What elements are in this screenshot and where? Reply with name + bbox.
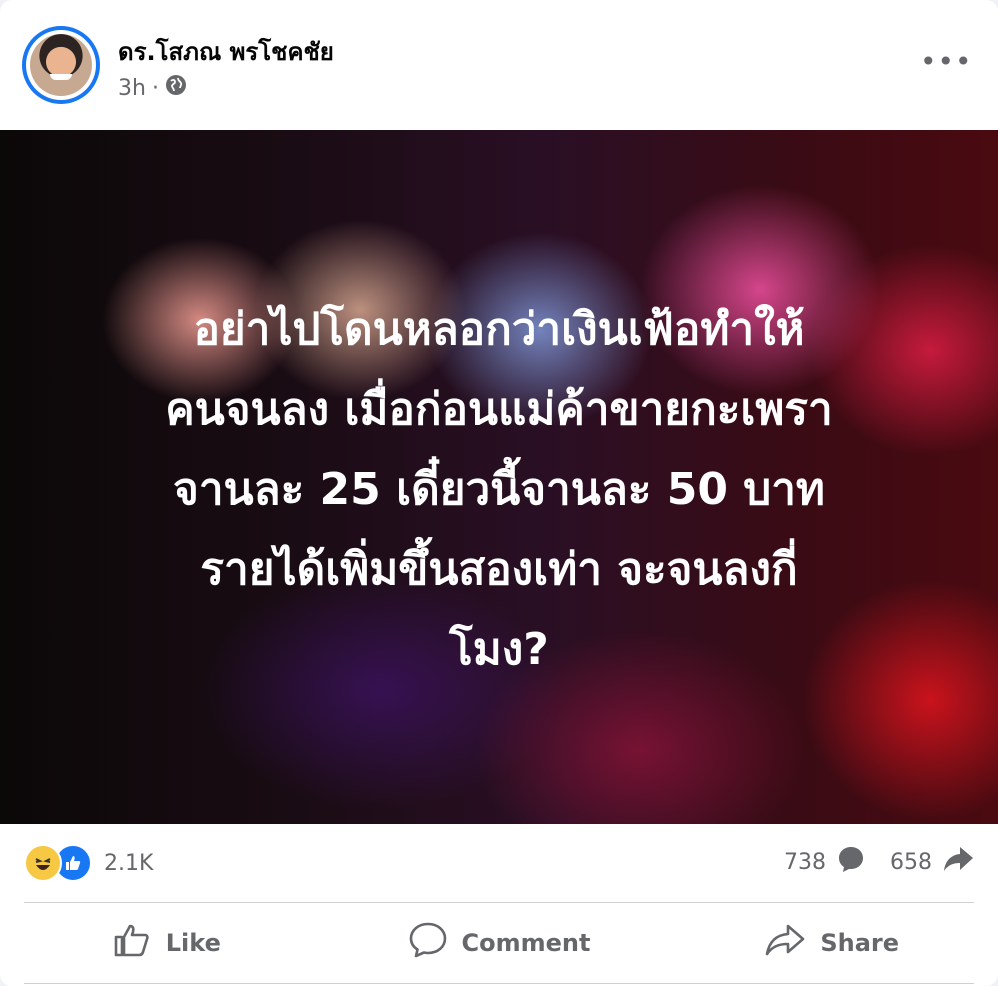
author-name[interactable]: ดร.โสภณ พรโชคชัย <box>118 32 334 71</box>
engagement-counts: 738 658 <box>784 844 974 880</box>
share-button[interactable]: Share <box>665 903 998 983</box>
post-stats: 2.1K 738 658 <box>0 824 998 902</box>
more-options-button[interactable]: ••• <box>920 48 973 76</box>
image-line-2: คนจนลง เมื่อก่อนแม่ค้าขายกะเพรา <box>165 384 833 435</box>
avatar-photo <box>30 34 92 96</box>
image-caption: อย่าไปโดนหลอกว่าเงินเฟ้อทำให้ คนจนลง เมื… <box>40 290 958 690</box>
avatar[interactable] <box>22 26 100 104</box>
share-label: Share <box>820 929 900 957</box>
share-count[interactable]: 658 <box>890 850 932 875</box>
post-time[interactable]: 3h <box>118 76 146 101</box>
image-line-5: โมง? <box>449 624 549 675</box>
post-header: ดร.โสภณ พรโชคชัย 3h · ••• <box>0 0 998 130</box>
action-bar: Like Comment Share <box>0 903 998 983</box>
post-meta: 3h · <box>118 74 187 102</box>
comment-button[interactable]: Comment <box>333 903 666 983</box>
haha-reaction-icon <box>24 844 62 882</box>
post-image[interactable]: อย่าไปโดนหลอกว่าเงินเฟ้อทำให้ คนจนลง เมื… <box>0 130 998 824</box>
comment-label: Comment <box>461 929 591 957</box>
comment-count[interactable]: 738 <box>784 850 826 875</box>
comment-icon <box>408 921 448 965</box>
post-card: ดร.โสภณ พรโชคชัย 3h · ••• อย่าไปโดนหลอกว… <box>0 0 998 986</box>
share-arrow-icon <box>942 844 974 880</box>
avatar-ring <box>26 30 96 100</box>
image-line-3: จานละ 25 เดี๋ยวนี้จานละ 50 บาท <box>173 464 825 515</box>
like-button[interactable]: Like <box>0 903 333 983</box>
reactions-summary[interactable]: 2.1K <box>24 844 153 882</box>
like-label: Like <box>165 929 221 957</box>
comment-bubble-icon <box>836 844 866 880</box>
globe-icon <box>165 74 187 102</box>
thumbs-up-icon <box>112 922 152 964</box>
reaction-count: 2.1K <box>104 850 154 876</box>
image-line-4: รายได้เพิ่มขึ้นสองเท่า จะจนลงกี่ <box>200 544 798 595</box>
meta-separator: · <box>151 75 159 101</box>
share-icon <box>764 922 806 964</box>
avatar-smile <box>50 74 72 80</box>
image-line-1: อย่าไปโดนหลอกว่าเงินเฟ้อทำให้ <box>193 304 805 355</box>
bottom-divider <box>24 983 974 984</box>
